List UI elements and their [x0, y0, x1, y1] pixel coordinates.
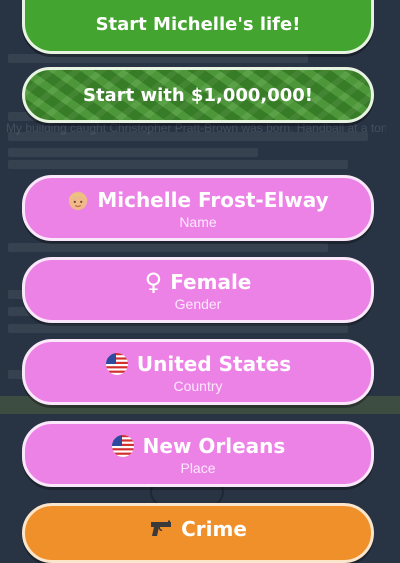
name-button[interactable]: Michelle Frost-Elway Name	[22, 175, 374, 241]
name-value: Michelle Frost-Elway	[97, 188, 329, 212]
country-value: United States	[136, 352, 292, 376]
crime-label: Crime	[181, 517, 247, 541]
gender-value: Female	[170, 270, 252, 294]
female-symbol-icon: ♀	[144, 268, 163, 296]
place-button[interactable]: New Orleans Place	[22, 421, 374, 487]
crime-button[interactable]: Crime	[22, 503, 374, 563]
country-button[interactable]: United States Country	[22, 339, 374, 405]
place-label: Place	[180, 460, 216, 476]
gender-button[interactable]: ♀ Female Gender	[22, 257, 374, 323]
pistol-icon	[151, 520, 172, 536]
country-label: Country	[173, 378, 223, 394]
gender-label: Gender	[174, 296, 222, 312]
start-with-million-button[interactable]: Start with $1,000,000!	[22, 67, 374, 123]
start-life-button[interactable]: Start Michelle's life!	[22, 0, 374, 54]
name-label: Name	[179, 214, 217, 230]
start-with-million-label: Start with $1,000,000!	[82, 85, 314, 106]
person-face-icon	[69, 191, 88, 211]
us-flag-icon	[105, 353, 128, 375]
place-value: New Orleans	[142, 434, 286, 458]
background-text: My building caught Christopher Pratt-Bro…	[6, 122, 386, 135]
start-life-label: Start Michelle's life!	[95, 14, 301, 35]
us-flag-icon	[111, 435, 134, 457]
